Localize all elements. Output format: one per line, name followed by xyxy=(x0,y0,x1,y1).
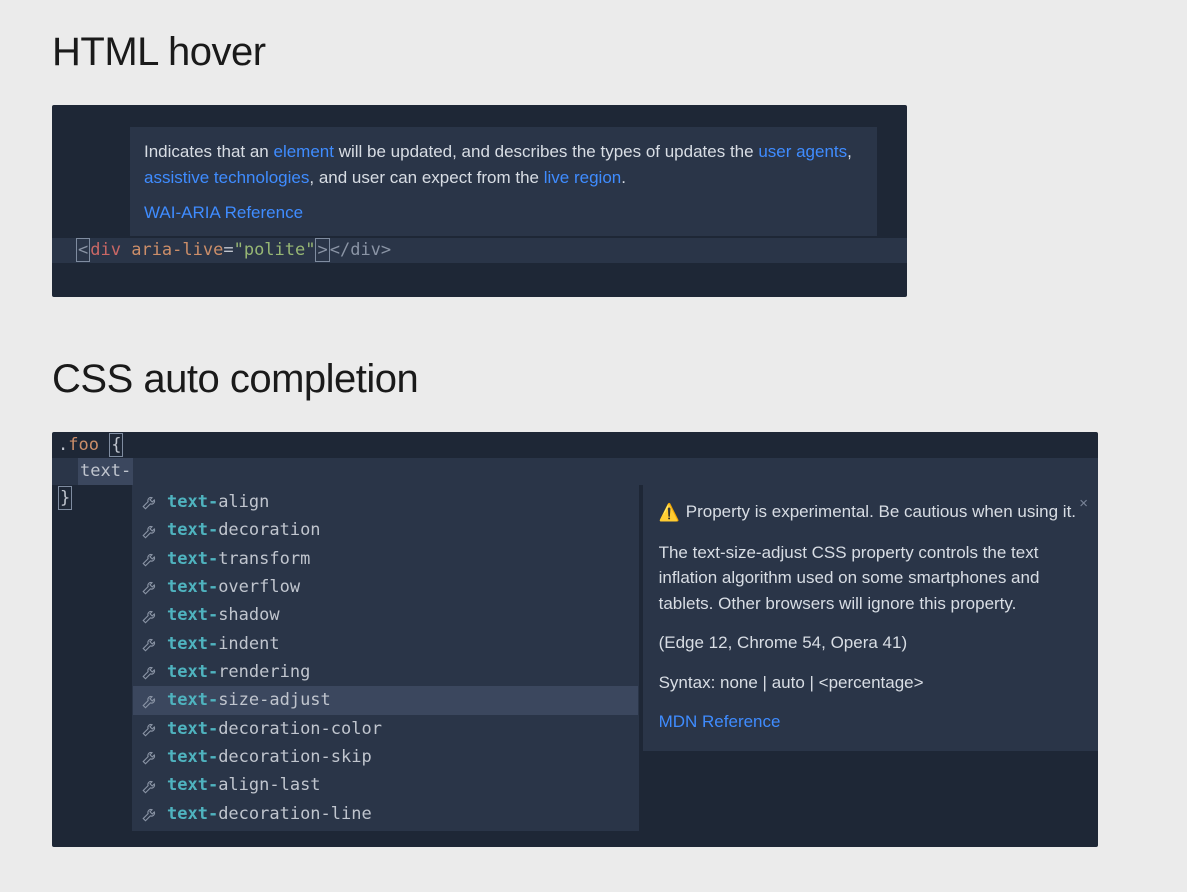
suggestion-list[interactable]: text-aligntext-decorationtext-transformt… xyxy=(132,485,639,831)
wrench-icon xyxy=(141,522,159,540)
wrench-icon xyxy=(141,550,159,568)
suggestion-rest: decoration-color xyxy=(218,716,382,742)
suggestion-rest: decoration-line xyxy=(218,801,372,827)
tooltip-text: . xyxy=(621,168,626,187)
typed-text-highlight: text- xyxy=(78,458,133,484)
wrench-icon xyxy=(141,748,159,766)
code-tag: div xyxy=(90,240,121,260)
editor-panel-css-autocomplete: .foo { text- } text-aligntext-decoration… xyxy=(52,432,1098,847)
gutter-spacer xyxy=(52,485,132,505)
suggestion-item[interactable]: text-decoration-skip xyxy=(133,743,638,771)
suggestion-prefix: text- xyxy=(167,517,218,543)
suggestion-rest: decoration-skip xyxy=(218,744,372,770)
code-closing-tag: </div> xyxy=(330,240,391,260)
suggestion-prefix: text- xyxy=(167,687,218,713)
suggestion-rest: size-adjust xyxy=(218,687,331,713)
detail-warning-text: Property is experimental. Be cautious wh… xyxy=(686,502,1076,521)
wrench-icon xyxy=(141,607,159,625)
open-brace: { xyxy=(111,435,121,455)
section-title-html-hover: HTML hover xyxy=(52,30,1135,75)
editor-panel-html-hover: Indicates that an element will be update… xyxy=(52,105,907,297)
suggestion-item[interactable]: text-decoration-color xyxy=(133,715,638,743)
selector-name: foo xyxy=(68,435,99,455)
hover-tooltip: Indicates that an element will be update… xyxy=(130,127,877,236)
suggestion-item[interactable]: text-shadow xyxy=(133,601,638,629)
code-line[interactable]: <div aria-live="polite"></div> xyxy=(52,238,907,264)
suggestion-detail-panel: × ⚠️ Property is experimental. Be cautiou… xyxy=(643,485,1098,751)
suggestion-prefix: text- xyxy=(167,546,218,572)
tooltip-link-assistive-technologies[interactable]: assistive technologies xyxy=(144,168,309,187)
code-bracket: < xyxy=(78,240,88,260)
suggestion-rest: rendering xyxy=(218,659,310,685)
wrench-icon xyxy=(141,578,159,596)
detail-description: The text-size-adjust CSS property contro… xyxy=(659,540,1082,617)
suggestion-prefix: text- xyxy=(167,716,218,742)
close-icon[interactable]: × xyxy=(1079,493,1088,516)
suggestion-rest: align-last xyxy=(218,772,320,798)
suggestion-item[interactable]: text-overflow xyxy=(133,573,638,601)
detail-browsers: (Edge 12, Chrome 54, Opera 41) xyxy=(659,630,1082,656)
suggestion-rest: transform xyxy=(218,546,310,572)
cursor-box: > xyxy=(315,238,329,262)
code-line-selector[interactable]: .foo { xyxy=(52,432,1098,458)
wrench-icon xyxy=(141,663,159,681)
selector-dot: . xyxy=(58,435,68,455)
suggestion-prefix: text- xyxy=(167,659,218,685)
tooltip-text: , xyxy=(847,142,852,161)
suggestion-prefix: text- xyxy=(167,489,218,515)
wrench-icon xyxy=(141,805,159,823)
detail-syntax: Syntax: none | auto | <percentage> xyxy=(659,670,1082,696)
code-line-typed[interactable]: text- xyxy=(52,458,1098,484)
section-title-css-auto-completion: CSS auto completion xyxy=(52,357,1135,402)
wrench-icon xyxy=(141,692,159,710)
tooltip-link-user-agents[interactable]: user agents xyxy=(758,142,847,161)
suggestion-item[interactable]: text-indent xyxy=(133,630,638,658)
warning-icon: ⚠️ xyxy=(659,500,680,526)
tooltip-link-element[interactable]: element xyxy=(273,142,333,161)
suggestion-rest: shadow xyxy=(218,602,279,628)
suggestion-item[interactable]: text-align xyxy=(133,488,638,516)
suggestion-rest: decoration xyxy=(218,517,320,543)
tooltip-reference-link[interactable]: WAI-ARIA Reference xyxy=(144,200,863,226)
suggestion-item[interactable]: text-size-adjust xyxy=(133,686,638,714)
wrench-icon xyxy=(141,635,159,653)
tooltip-text: Indicates that an xyxy=(144,142,273,161)
suggestion-prefix: text- xyxy=(167,574,218,600)
wrench-icon xyxy=(141,720,159,738)
suggestion-prefix: text- xyxy=(167,631,218,657)
tooltip-link-live-region[interactable]: live region xyxy=(544,168,622,187)
tooltip-text: , and user can expect from the xyxy=(309,168,543,187)
hover-tooltip-text: Indicates that an element will be update… xyxy=(144,139,863,190)
suggestion-rest: overflow xyxy=(218,574,300,600)
suggestion-prefix: text- xyxy=(167,744,218,770)
cursor-box: < xyxy=(76,238,90,262)
detail-warning: ⚠️ Property is experimental. Be cautious … xyxy=(659,499,1082,526)
wrench-icon xyxy=(141,777,159,795)
suggestion-rest: align xyxy=(218,489,269,515)
suggestion-prefix: text- xyxy=(167,801,218,827)
typed-text: text- xyxy=(80,461,131,481)
detail-reference-link[interactable]: MDN Reference xyxy=(659,709,1082,735)
suggestion-rest: indent xyxy=(218,631,279,657)
wrench-icon xyxy=(141,493,159,511)
suggestion-item[interactable]: text-transform xyxy=(133,545,638,573)
suggestion-item[interactable]: text-rendering xyxy=(133,658,638,686)
code-string: "polite" xyxy=(234,240,316,260)
suggestion-item[interactable]: text-decoration-line xyxy=(133,800,638,828)
suggestion-prefix: text- xyxy=(167,772,218,798)
autocomplete-container: text-aligntext-decorationtext-transformt… xyxy=(52,485,1098,847)
code-equals: = xyxy=(223,240,233,260)
code-bracket: > xyxy=(317,240,327,260)
code-attribute: aria-live xyxy=(131,240,223,260)
suggestion-item[interactable]: text-align-last xyxy=(133,771,638,799)
suggestion-item[interactable]: text-decoration xyxy=(133,516,638,544)
cursor-box-brace: { xyxy=(109,433,123,457)
tooltip-text: will be updated, and describes the types… xyxy=(334,142,758,161)
suggestion-prefix: text- xyxy=(167,602,218,628)
